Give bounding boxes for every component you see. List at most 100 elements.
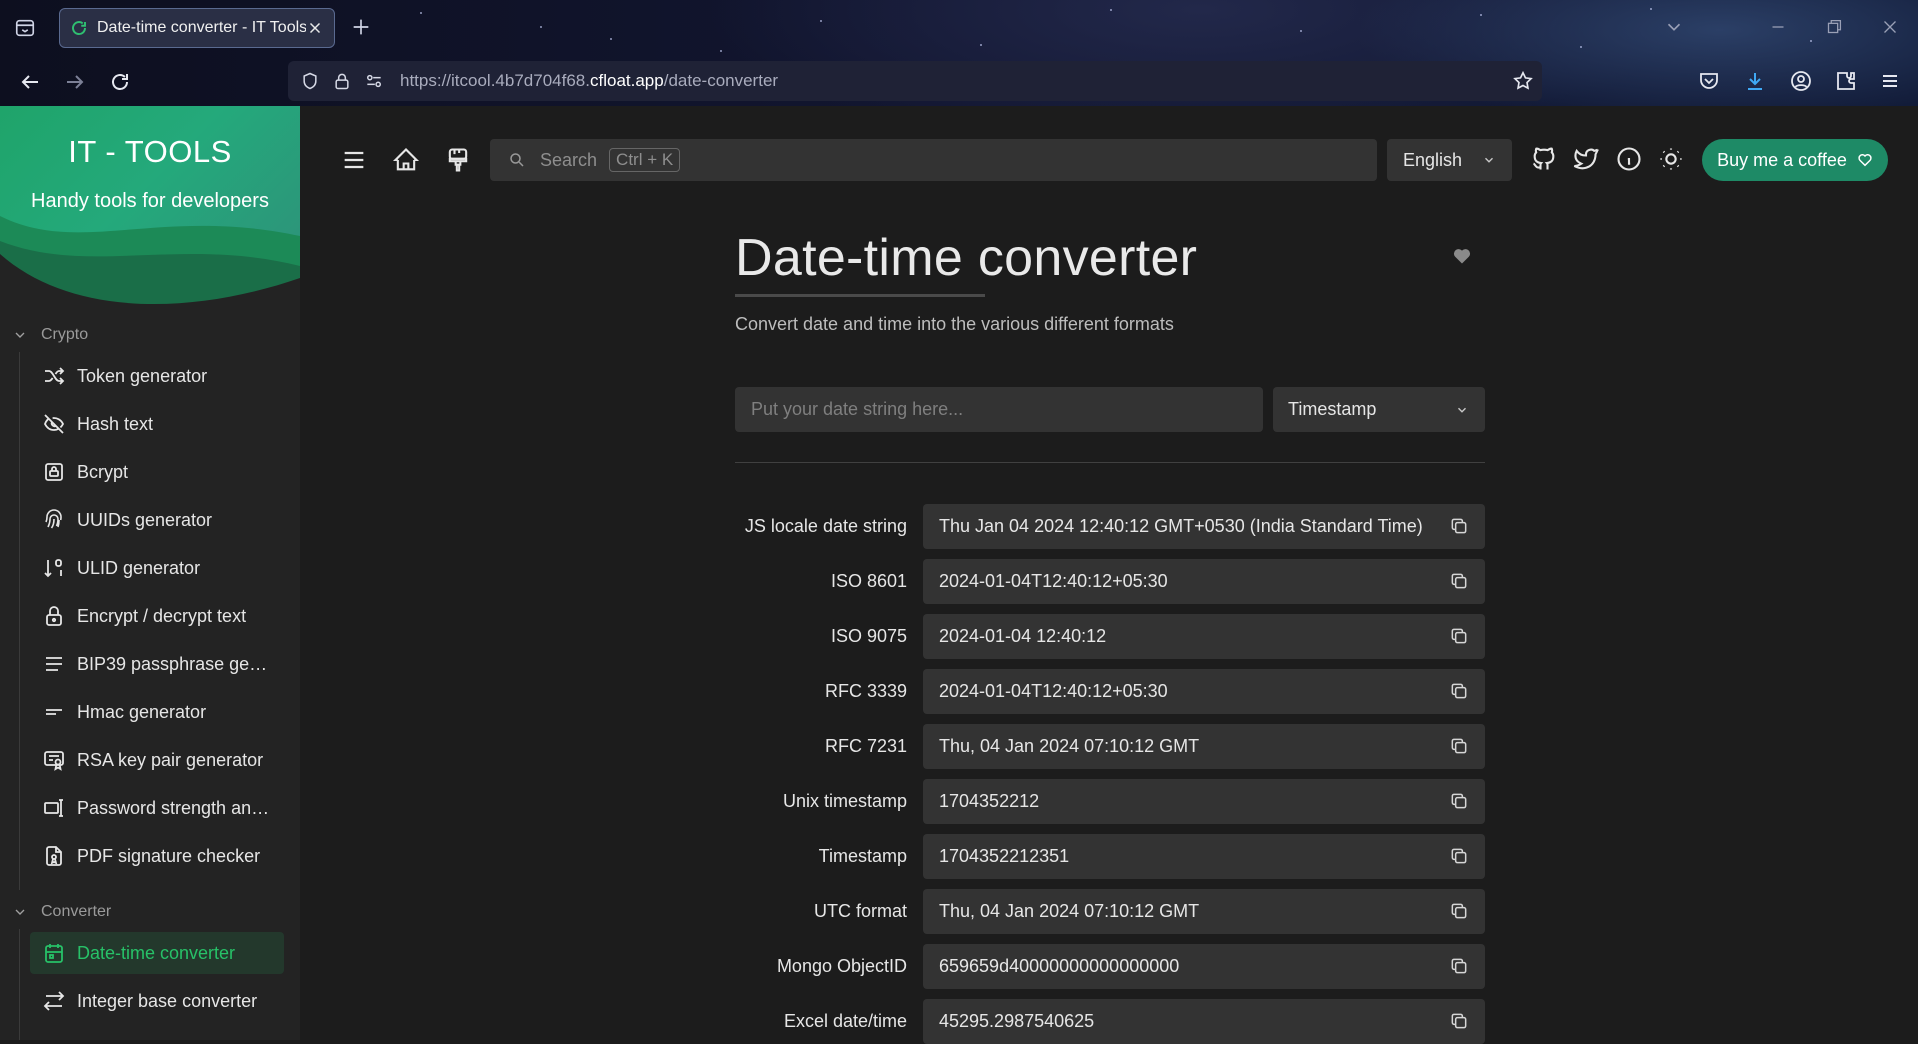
search-shortcut-hint: Ctrl + K bbox=[609, 148, 681, 172]
copy-icon[interactable] bbox=[1449, 626, 1469, 646]
result-row-utc-format: UTC format Thu, 04 Jan 2024 07:10:12 GMT bbox=[735, 889, 1485, 934]
copy-icon[interactable] bbox=[1449, 846, 1469, 866]
tracking-shield-icon[interactable] bbox=[300, 71, 320, 91]
result-field[interactable]: 2024-01-04T12:40:12+05:30 bbox=[923, 669, 1485, 714]
result-field[interactable]: 2024-01-04 12:40:12 bbox=[923, 614, 1485, 659]
url-text: https://itcool.4b7d704f68.cfloat.app/dat… bbox=[400, 71, 779, 90]
account-icon[interactable] bbox=[1789, 69, 1813, 93]
sidebar-group-crypto[interactable]: Crypto bbox=[0, 318, 300, 352]
close-tab-icon[interactable] bbox=[306, 19, 324, 37]
sidebar-group-label: Converter bbox=[41, 903, 112, 920]
result-row-unix-timestamp: Unix timestamp 1704352212 bbox=[735, 779, 1485, 824]
sidebar: IT - TOOLS Handy tools for developers Cr… bbox=[0, 106, 300, 1040]
brand-hero[interactable]: IT - TOOLS Handy tools for developers bbox=[0, 106, 300, 306]
github-icon[interactable] bbox=[1530, 145, 1558, 173]
search-icon bbox=[508, 151, 526, 169]
copy-icon[interactable] bbox=[1449, 681, 1469, 701]
copy-icon[interactable] bbox=[1449, 901, 1469, 921]
ui-lib-brush-icon[interactable] bbox=[444, 146, 472, 174]
sidebar-item-ulid-generator[interactable]: ULID generator bbox=[30, 547, 284, 589]
lock-icon[interactable] bbox=[332, 71, 352, 91]
sidebar-item-integer-base-converter[interactable]: Integer base converter bbox=[30, 980, 284, 1022]
sidebar-item-date-time-converter[interactable]: Date-time converter bbox=[30, 932, 284, 974]
result-field[interactable]: Thu, 04 Jan 2024 07:10:12 GMT bbox=[923, 724, 1485, 769]
sidebar-group-converter[interactable]: Converter bbox=[0, 895, 300, 929]
menu-toggle-icon[interactable] bbox=[340, 146, 368, 174]
downloads-icon[interactable] bbox=[1743, 69, 1767, 93]
heart-icon bbox=[1857, 152, 1873, 168]
pocket-icon[interactable] bbox=[1697, 69, 1721, 93]
url-bar[interactable]: https://itcool.4b7d704f68.cfloat.app/dat… bbox=[288, 61, 1542, 101]
copy-icon[interactable] bbox=[1449, 736, 1469, 756]
home-icon[interactable] bbox=[392, 146, 420, 174]
copy-icon[interactable] bbox=[1449, 1011, 1469, 1031]
tab-list-icon[interactable] bbox=[14, 17, 36, 39]
page-title: Date-time converter bbox=[735, 229, 1198, 287]
sidebar-item-uuids-generator[interactable]: UUIDs generator bbox=[30, 499, 284, 541]
result-field[interactable]: 1704352212351 bbox=[923, 834, 1485, 879]
sidebar-group-label: Crypto bbox=[41, 326, 89, 343]
result-field[interactable]: 45295.2987540625 bbox=[923, 999, 1485, 1044]
chevron-down-icon bbox=[12, 327, 28, 343]
result-row-excel-datetime: Excel date/time 45295.2987540625 bbox=[735, 999, 1485, 1044]
search-placeholder: Search bbox=[540, 149, 598, 170]
copy-icon[interactable] bbox=[1449, 571, 1469, 591]
close-window-icon[interactable] bbox=[1879, 16, 1901, 38]
copy-icon[interactable] bbox=[1449, 791, 1469, 811]
result-label: ISO 9075 bbox=[830, 626, 907, 646]
group-tree-line bbox=[19, 929, 20, 1040]
language-select[interactable]: English bbox=[1387, 139, 1512, 181]
back-icon[interactable] bbox=[18, 70, 42, 94]
extensions-icon[interactable] bbox=[1834, 69, 1858, 93]
result-label: UTC format bbox=[813, 901, 907, 921]
app-menu-icon[interactable] bbox=[1878, 69, 1902, 93]
sidebar-item-pdf-signature[interactable]: PDF signature checker bbox=[30, 835, 284, 877]
sidebar-item-bcrypt[interactable]: Bcrypt bbox=[30, 451, 284, 493]
theme-toggle-sun-icon[interactable] bbox=[1657, 145, 1685, 173]
copy-icon[interactable] bbox=[1449, 956, 1469, 976]
copy-icon[interactable] bbox=[1449, 516, 1469, 536]
result-field[interactable]: 1704352212 bbox=[923, 779, 1485, 824]
result-value: 2024-01-04T12:40:12+05:30 bbox=[939, 681, 1168, 701]
app-topbar: Search Ctrl + K English Buy me a coffee bbox=[300, 106, 1918, 214]
restore-icon[interactable] bbox=[1823, 16, 1845, 38]
sidebar-item-hash-text[interactable]: Hash text bbox=[30, 403, 284, 445]
bookmark-star-icon[interactable] bbox=[1512, 70, 1534, 92]
sidebar-item-encrypt-decrypt[interactable]: Encrypt / decrypt text bbox=[30, 595, 284, 637]
section-divider bbox=[735, 462, 1485, 463]
sidebar-item-bip39[interactable]: BIP39 passphrase gener... bbox=[30, 643, 284, 685]
result-row-js-locale: JS locale date string Thu Jan 04 2024 12… bbox=[735, 504, 1485, 549]
page-permissions-icon[interactable] bbox=[364, 71, 384, 91]
short-text-icon bbox=[42, 700, 66, 724]
buy-me-a-coffee-button[interactable]: Buy me a coffee bbox=[1702, 139, 1888, 181]
result-field[interactable]: 659659d40000000000000000 bbox=[923, 944, 1485, 989]
format-select[interactable]: Timestamp bbox=[1273, 387, 1485, 432]
forward-icon[interactable] bbox=[63, 70, 87, 94]
sidebar-item-token-generator[interactable]: Token generator bbox=[30, 355, 284, 397]
format-selected-value: Timestamp bbox=[1288, 399, 1377, 419]
twitter-icon[interactable] bbox=[1572, 145, 1600, 173]
favorite-heart-icon[interactable] bbox=[1452, 246, 1472, 266]
result-field[interactable]: 2024-01-04T12:40:12+05:30 bbox=[923, 559, 1485, 604]
info-icon[interactable] bbox=[1615, 145, 1643, 173]
sort-numeric-icon bbox=[42, 556, 66, 580]
result-row-timestamp: Timestamp 1704352212351 bbox=[735, 834, 1485, 879]
new-tab-icon[interactable] bbox=[350, 16, 372, 38]
reload-icon[interactable] bbox=[108, 70, 132, 94]
tab-bar: Date-time converter - IT Tools bbox=[0, 0, 1918, 56]
browser-tab-active[interactable]: Date-time converter - IT Tools bbox=[59, 8, 335, 48]
result-field[interactable]: Thu Jan 04 2024 12:40:12 GMT+0530 (India… bbox=[923, 504, 1485, 549]
align-justified-icon bbox=[42, 652, 66, 676]
date-string-input[interactable] bbox=[735, 387, 1263, 432]
result-field[interactable]: Thu, 04 Jan 2024 07:10:12 GMT bbox=[923, 889, 1485, 934]
result-row-rfc-3339: RFC 3339 2024-01-04T12:40:12+05:30 bbox=[735, 669, 1485, 714]
sidebar-item-password-strength[interactable]: Password strength analy... bbox=[30, 787, 284, 829]
result-value: 2024-01-04 12:40:12 bbox=[939, 626, 1107, 646]
minimize-icon[interactable] bbox=[1767, 16, 1789, 38]
sidebar-item-rsa-key-pair[interactable]: RSA key pair generator bbox=[30, 739, 284, 781]
list-all-tabs-icon[interactable] bbox=[1663, 16, 1685, 38]
sidebar-item-hmac-generator[interactable]: Hmac generator bbox=[30, 691, 284, 733]
result-label: Excel date/time bbox=[783, 1011, 907, 1031]
search-bar[interactable]: Search Ctrl + K bbox=[490, 139, 1377, 181]
arrows-left-right-icon bbox=[42, 989, 66, 1013]
